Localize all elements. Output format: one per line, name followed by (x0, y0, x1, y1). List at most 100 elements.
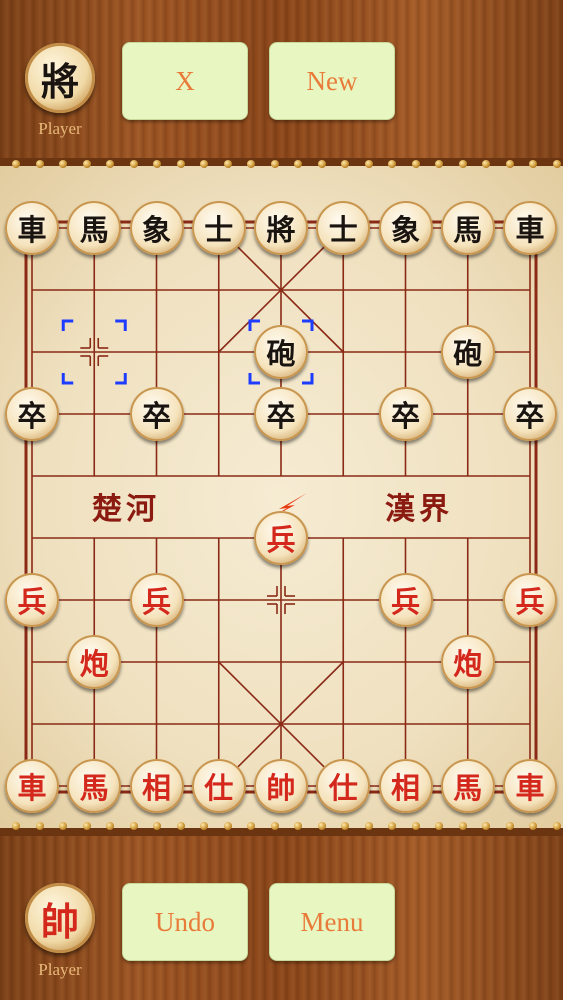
rivet-icon (411, 822, 420, 830)
rivet-icon (435, 822, 443, 830)
black-piece[interactable]: 卒 (254, 387, 308, 441)
rivet-icon (129, 160, 138, 168)
red-piece[interactable]: 車 (5, 759, 59, 813)
black-piece[interactable]: 士 (316, 201, 371, 255)
red-piece[interactable]: 兵 (5, 573, 59, 627)
rivet-icon (317, 160, 326, 168)
rivet-icon (341, 160, 349, 168)
rivet-icon (247, 160, 255, 168)
rivet-icon (223, 822, 232, 830)
rivet-icon (59, 822, 67, 830)
black-piece[interactable]: 車 (503, 201, 557, 255)
rivet-icon (505, 822, 514, 830)
red-piece[interactable]: 兵 (254, 511, 308, 565)
player-label: Player (38, 960, 82, 979)
rivet-icon (505, 160, 514, 168)
red-piece[interactable]: 車 (503, 759, 557, 813)
selection-bracket (115, 319, 127, 331)
river-right-text: 漢界 (385, 492, 453, 527)
board-rivets-bottom (0, 821, 563, 833)
rivet-icon (435, 160, 443, 168)
rivet-icon (247, 822, 255, 830)
rivet-icon (388, 160, 396, 168)
red-piece[interactable]: 兵 (503, 573, 557, 627)
selection-bracket (302, 373, 314, 385)
undo-button[interactable]: Undo (122, 883, 248, 961)
black-piece[interactable]: 車 (5, 201, 59, 255)
rivet-icon (482, 822, 490, 830)
player-avatar: 帥 (25, 883, 95, 953)
xiangqi-board[interactable]: 楚河 漢界 車馬象士將士象馬車砲砲卒卒卒卒卒兵兵兵兵兵炮炮車馬相仕帥仕相馬車 (0, 158, 563, 836)
rivet-icon (12, 822, 20, 830)
rivet-icon (270, 822, 279, 830)
rivet-icon (482, 160, 490, 168)
black-piece[interactable]: 卒 (5, 387, 59, 441)
black-piece[interactable]: 砲 (254, 325, 308, 379)
red-piece[interactable]: 相 (378, 759, 433, 813)
rivet-icon (82, 160, 91, 168)
rivet-icon (59, 160, 67, 168)
rivet-icon (106, 160, 114, 168)
rivet-icon (458, 822, 467, 830)
rivet-icon (176, 822, 185, 830)
black-piece[interactable]: 將 (254, 201, 308, 255)
red-piece[interactable]: 馬 (67, 759, 122, 813)
selection-bracket (248, 319, 260, 331)
new-game-button[interactable]: New (269, 42, 395, 120)
rivet-icon (35, 160, 44, 168)
board-grid (24, 220, 538, 794)
red-piece[interactable]: 仕 (316, 759, 371, 813)
rivet-icon (200, 822, 208, 830)
rivet-icon (364, 160, 373, 168)
opponent-avatar: 將 (25, 43, 95, 113)
rivet-icon (529, 822, 537, 830)
black-piece[interactable]: 卒 (503, 387, 557, 441)
selection-bracket (115, 373, 127, 385)
board-rivets-top (0, 159, 563, 171)
rivet-icon (388, 822, 396, 830)
river-left-text: 楚河 (92, 492, 160, 527)
black-piece[interactable]: 砲 (440, 325, 495, 379)
red-piece[interactable]: 兵 (129, 573, 184, 627)
red-piece[interactable]: 炮 (440, 635, 495, 689)
rivet-icon (176, 160, 185, 168)
red-piece[interactable]: 兵 (378, 573, 433, 627)
black-piece[interactable]: 象 (129, 201, 184, 255)
rivet-icon (200, 160, 208, 168)
rivet-icon (270, 160, 279, 168)
rivet-icon (35, 822, 44, 830)
rivet-icon (106, 822, 114, 830)
red-piece[interactable]: 帥 (254, 759, 308, 813)
rivet-icon (223, 160, 232, 168)
selection-bracket (61, 319, 74, 331)
red-piece[interactable]: 馬 (440, 759, 495, 813)
rivet-icon (552, 160, 561, 168)
rivet-icon (529, 160, 537, 168)
rivet-icon (411, 160, 420, 168)
red-piece[interactable]: 相 (129, 759, 184, 813)
black-piece[interactable]: 馬 (440, 201, 495, 255)
rivet-icon (364, 822, 373, 830)
rivet-icon (317, 822, 326, 830)
rivet-icon (294, 822, 302, 830)
black-piece[interactable]: 卒 (129, 387, 184, 441)
bottom-player-bar: 帥 Player Undo Menu (0, 836, 563, 1000)
rivet-icon (153, 822, 161, 830)
red-piece[interactable]: 炮 (67, 635, 122, 689)
rivet-icon (129, 822, 138, 830)
black-piece[interactable]: 卒 (378, 387, 433, 441)
selection-bracket (248, 373, 260, 385)
rivet-icon (153, 160, 161, 168)
rivet-icon (294, 160, 302, 168)
red-piece[interactable]: 仕 (191, 759, 246, 813)
rivet-icon (552, 822, 561, 830)
black-piece[interactable]: 馬 (67, 201, 122, 255)
rivet-icon (458, 160, 467, 168)
rivet-icon (341, 822, 349, 830)
black-piece[interactable]: 象 (378, 201, 433, 255)
x-button[interactable]: X (122, 42, 248, 120)
selection-bracket (302, 319, 314, 331)
black-piece[interactable]: 士 (191, 201, 246, 255)
menu-button[interactable]: Menu (269, 883, 395, 961)
opponent-player-label: Player (38, 119, 82, 138)
